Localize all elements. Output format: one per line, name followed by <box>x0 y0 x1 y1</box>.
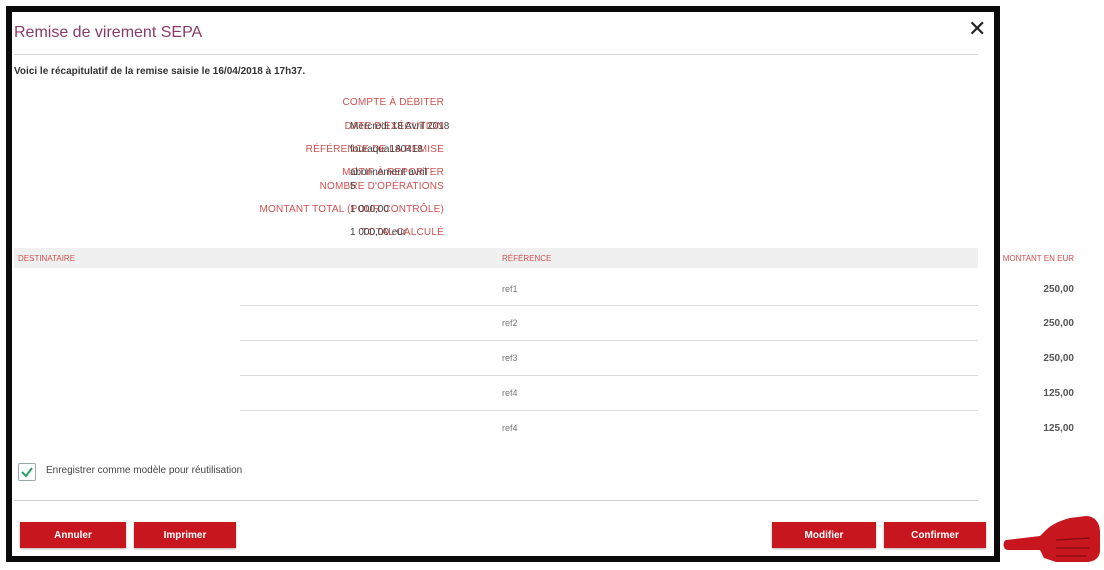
value-control-total: 1 000,00 <box>350 204 389 215</box>
header-reference: RÉFÉRENCE <box>502 254 552 263</box>
row-divider <box>240 305 978 306</box>
table-header <box>14 248 978 268</box>
row-divider <box>240 375 978 376</box>
cancel-button[interactable]: Annuler <box>20 522 126 548</box>
footer-divider <box>14 500 978 501</box>
header-amount: MONTANT EN EUR <box>1002 254 1074 263</box>
table-row-amount: 250,00 <box>1043 318 1074 329</box>
table-row-reference: ref2 <box>502 318 518 328</box>
close-icon[interactable]: ✕ <box>968 16 986 42</box>
table-row-reference: ref3 <box>502 353 518 363</box>
row-divider <box>240 410 978 411</box>
save-template-label[interactable]: Enregistrer comme modèle pour réutilisat… <box>46 465 242 476</box>
value-operation-count: 5 <box>350 181 356 192</box>
label-account: COMPTE À DÉBITER <box>342 97 444 108</box>
table-row-reference: ref4 <box>502 388 518 398</box>
summary-text: Voici le récapitulatif de la remise sais… <box>14 66 306 77</box>
title-divider <box>14 54 978 55</box>
value-reason: abonnement avril <box>350 167 427 178</box>
table-row-amount: 125,00 <box>1043 423 1074 434</box>
modify-button[interactable]: Modifier <box>772 522 876 548</box>
table-row-amount: 125,00 <box>1043 388 1074 399</box>
save-template-checkbox[interactable] <box>18 463 36 481</box>
header-recipient: DESTINATAIRE <box>18 254 76 263</box>
print-button[interactable]: Imprimer <box>134 522 236 548</box>
table-row-amount: 250,00 <box>1043 284 1074 295</box>
pointing-hand-icon <box>1003 516 1100 562</box>
value-batch-reference: fouraqua180418 <box>350 144 423 155</box>
confirm-button[interactable]: Confirmer <box>884 522 986 548</box>
dialog-title: Remise de virement SEPA <box>14 24 203 41</box>
value-computed-total: 1 000,00 eur <box>350 227 407 238</box>
row-divider <box>240 340 978 341</box>
checkmark-icon <box>21 467 33 478</box>
value-execution-date: Mercredi 18 Avril 2018 <box>350 121 450 132</box>
table-row-reference: ref4 <box>502 423 518 433</box>
table-row-reference: ref1 <box>502 284 518 294</box>
table-row-amount: 250,00 <box>1043 353 1074 364</box>
label-operation-count: NOMBRE D'OPÉRATIONS <box>319 181 444 192</box>
